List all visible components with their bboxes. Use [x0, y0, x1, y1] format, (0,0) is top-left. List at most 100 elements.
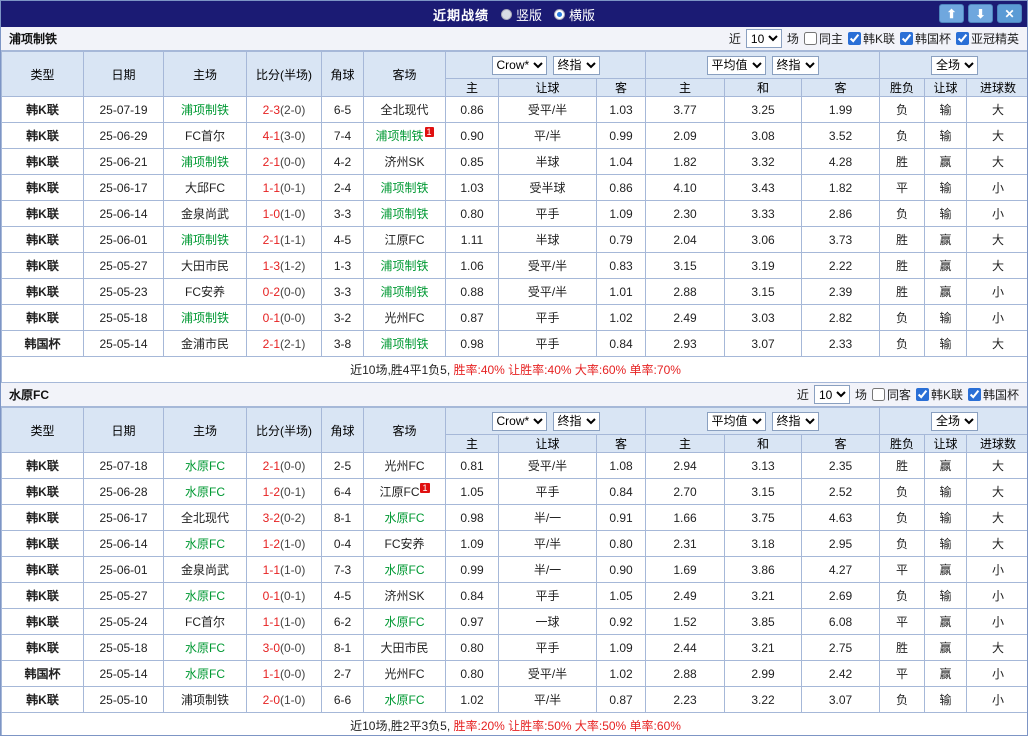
- table-row[interactable]: 韩K联 25-07-19 浦项制铁 2-3(2-0) 6-5 全北现代 0.86 受平/半 1.…: [1, 96, 1027, 123]
- filter-checkbox[interactable]: [847, 32, 861, 45]
- away-team-cell: 浦项制铁: [363, 174, 446, 201]
- euro-draw-odds: 3.43: [724, 174, 802, 201]
- close-button[interactable]: ✕: [997, 4, 1022, 23]
- table-row[interactable]: 韩K联 25-05-18 水原FC 3-0(0-0) 8-1 大田市民 0.80 平手 1.09…: [1, 634, 1027, 661]
- final-odds-select[interactable]: 终指: [552, 55, 600, 75]
- filter-option[interactable]: 韩K联: [847, 30, 895, 47]
- table-row[interactable]: 韩K联 25-05-24 FC首尔 1-1(1-0) 6-2 水原FC 0.97 一球 0.92…: [1, 608, 1027, 635]
- layout-radio-vertical[interactable]: 竖版: [500, 5, 542, 24]
- asian-home-odds: 0.87: [445, 304, 499, 331]
- halftime-score: (0-0): [280, 458, 306, 473]
- bookmaker-select[interactable]: Crow*: [491, 55, 547, 75]
- handicap-line: 受半球: [498, 174, 597, 201]
- table-row[interactable]: 韩K联 25-05-10 浦项制铁 2-0(1-0) 6-6 水原FC 1.02 平/半 0.8…: [1, 686, 1027, 713]
- filter-option[interactable]: 同主: [803, 30, 843, 47]
- average-odds-select[interactable]: 平均值: [706, 55, 766, 75]
- asian-home-odds: 0.80: [445, 200, 499, 227]
- match-date: 25-05-18: [83, 304, 164, 331]
- result-handicap: 赢: [924, 226, 968, 253]
- column-header: 类型: [1, 51, 84, 97]
- result-wdl: 负: [879, 686, 926, 713]
- final-odds-select[interactable]: 终指: [552, 411, 600, 431]
- home-team-name: 浦项制铁: [180, 693, 229, 707]
- table-row[interactable]: 韩K联 25-05-18 浦项制铁 0-1(0-0) 3-2 光州FC 0.87 平手 1.02…: [1, 304, 1027, 331]
- league-badge: 韩K联: [1, 556, 84, 583]
- table-row[interactable]: 韩K联 25-06-17 全北现代 3-2(0-2) 8-1 水原FC 0.98 半/一 0.9…: [1, 504, 1027, 531]
- result-handicap: 赢: [924, 608, 968, 635]
- results-table: 类型 日期 主场 比分(半场) 角球 客场 Crow* 终指 平均值 终指 全场主让球客主和客胜负让…: [1, 407, 1027, 735]
- league-badge: 韩K联: [1, 686, 84, 713]
- handicap-line: 一球: [498, 608, 597, 635]
- filter-option[interactable]: 韩国杯: [967, 386, 1019, 403]
- scroll-down-button[interactable]: ⬇: [968, 4, 993, 23]
- final-odds-select[interactable]: 终指: [771, 411, 819, 431]
- match-score-cell: 1-2(1-0): [246, 530, 322, 557]
- asian-away-odds: 1.04: [596, 148, 646, 175]
- recent-count-select[interactable]: 10: [745, 29, 782, 48]
- filter-checkbox[interactable]: [955, 32, 969, 45]
- table-row[interactable]: 韩国杯 25-05-14 金浦市民 2-1(2-1) 3-8 浦项制铁 0.98 平手 0.84…: [1, 330, 1027, 357]
- match-date: 25-06-21: [83, 148, 164, 175]
- average-odds-select[interactable]: 平均值: [706, 411, 766, 431]
- match-scope-select[interactable]: 全场: [931, 55, 979, 75]
- table-row[interactable]: 韩国杯 25-05-14 水原FC 1-1(0-0) 2-7 光州FC 0.80 受平/半 1.…: [1, 660, 1027, 687]
- match-date: 25-06-01: [83, 556, 164, 583]
- halftime-score: (0-0): [280, 284, 306, 299]
- filter-option[interactable]: 亚冠精英: [955, 30, 1019, 47]
- table-row[interactable]: 韩K联 25-06-01 金泉尚武 1-1(1-0) 7-3 水原FC 0.99 半/一 0.9…: [1, 556, 1027, 583]
- away-team-name: 光州FC: [384, 459, 425, 473]
- league-badge: 韩K联: [1, 226, 84, 253]
- games-label: 场: [786, 32, 799, 46]
- result-wdl: 胜: [879, 452, 926, 479]
- table-row[interactable]: 韩K联 25-05-27 大田市民 1-3(1-2) 1-3 浦项制铁 1.06 受平/半 0.…: [1, 252, 1027, 279]
- away-team-name: 光州FC: [384, 667, 425, 681]
- halftime-score: (0-0): [280, 310, 306, 325]
- match-score-cell: 2-1(0-0): [246, 148, 322, 175]
- away-team-cell: FC安养: [363, 530, 446, 557]
- table-row[interactable]: 韩K联 25-06-17 大邱FC 1-1(0-1) 2-4 浦项制铁 1.03 受半球 0.8…: [1, 174, 1027, 201]
- match-scope-select[interactable]: 全场: [931, 411, 979, 431]
- asian-home-odds: 1.03: [445, 174, 499, 201]
- filter-option[interactable]: 韩国杯: [899, 30, 951, 47]
- filter-checkbox[interactable]: [803, 32, 817, 45]
- scroll-up-button[interactable]: ⬆: [939, 4, 964, 23]
- layout-radio-horizontal[interactable]: 横版: [554, 5, 595, 24]
- table-row[interactable]: 韩K联 25-06-29 FC首尔 4-1(3-0) 7-4 浦项制铁 1 0.90 平/半 0.…: [1, 122, 1027, 149]
- asian-away-odds: 1.01: [596, 278, 646, 305]
- corner-score: 1-3: [321, 252, 364, 279]
- home-team-name: 浦项制铁: [180, 155, 229, 169]
- table-row[interactable]: 韩K联 25-06-28 水原FC 1-2(0-1) 6-4 江原FC 1 1.05 平手 0.8…: [1, 478, 1027, 505]
- filter-option[interactable]: 同客: [871, 386, 911, 403]
- table-row[interactable]: 韩K联 25-07-18 水原FC 2-1(0-0) 2-5 光州FC 0.81 受平/半 1.…: [1, 452, 1027, 479]
- final-odds-select[interactable]: 终指: [771, 55, 819, 75]
- filter-option[interactable]: 韩K联: [915, 386, 963, 403]
- asian-away-odds: 0.91: [596, 504, 646, 531]
- asian-home-odds: 1.02: [445, 686, 499, 713]
- filter-checkbox[interactable]: [967, 388, 981, 401]
- home-team-cell: FC安养: [163, 278, 247, 305]
- table-row[interactable]: 韩K联 25-05-23 FC安养 0-2(0-0) 3-3 浦项制铁 0.88 受平/半 1.…: [1, 278, 1027, 305]
- handicap-line: 平手: [498, 330, 597, 357]
- table-row[interactable]: 韩K联 25-05-27 水原FC 0-1(0-1) 4-5 济州SK 0.84 平手 1.05…: [1, 582, 1027, 609]
- table-row[interactable]: 韩K联 25-06-14 水原FC 1-2(1-0) 0-4 FC安养 1.09 平/半 0.8…: [1, 530, 1027, 557]
- euro-away-odds: 2.75: [800, 634, 881, 661]
- corner-score: 6-2: [321, 608, 364, 635]
- corner-score: 8-1: [321, 634, 364, 661]
- table-row[interactable]: 韩K联 25-06-14 金泉尚武 1-0(1-0) 3-3 浦项制铁 0.80 平手 1.09…: [1, 200, 1027, 227]
- result-handicap: 赢: [924, 556, 968, 583]
- column-subheader: 胜负: [879, 434, 926, 453]
- table-row[interactable]: 韩K联 25-06-21 浦项制铁 2-1(0-0) 4-2 济州SK 0.85 半球 1.04…: [1, 148, 1027, 175]
- bookmaker-select[interactable]: Crow*: [491, 411, 547, 431]
- home-team-name: 水原FC: [185, 459, 225, 473]
- filter-checkbox[interactable]: [871, 388, 885, 401]
- euro-draw-odds: 3.21: [724, 634, 802, 661]
- euro-home-odds: 1.69: [645, 556, 725, 583]
- euro-home-odds: 1.82: [645, 148, 725, 175]
- result-handicap: 输: [924, 174, 968, 201]
- recent-count-select[interactable]: 10: [813, 385, 850, 404]
- filter-checkbox[interactable]: [915, 388, 929, 401]
- table-row[interactable]: 韩K联 25-06-01 浦项制铁 2-1(1-1) 4-5 江原FC 1.11 半球 0.79…: [1, 226, 1027, 253]
- match-date: 25-05-14: [83, 660, 164, 687]
- match-date: 25-06-17: [83, 174, 164, 201]
- filter-checkbox[interactable]: [899, 32, 913, 45]
